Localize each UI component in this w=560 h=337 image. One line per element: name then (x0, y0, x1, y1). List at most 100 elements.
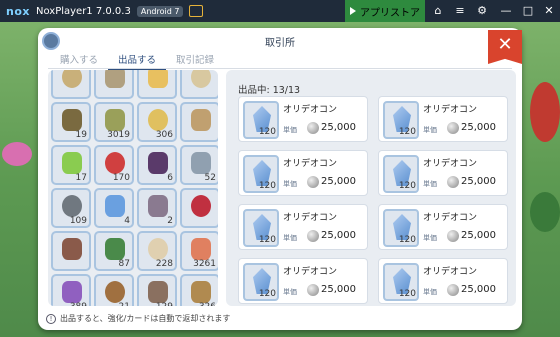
coin-icon (307, 230, 319, 242)
inventory-slot[interactable]: 306 (137, 102, 177, 142)
listing-thumb: 120 (383, 263, 419, 301)
maximize-button[interactable]: □ (520, 3, 536, 19)
tab-divider (48, 68, 512, 69)
item-count: 2 (167, 216, 173, 226)
listing-name: オリデオコン (283, 213, 338, 223)
close-window-button[interactable]: ✕ (541, 3, 557, 19)
listing-name: オリデオコン (283, 267, 338, 277)
listing-thumb: 120 (243, 263, 279, 301)
item-icon (191, 109, 211, 131)
listing-qty: 120 (398, 289, 416, 299)
app-store-button[interactable]: アプリストア (345, 0, 425, 22)
inventory-slot[interactable] (137, 70, 177, 99)
coin-icon (307, 284, 319, 296)
item-icon (191, 152, 211, 174)
app-store-label: アプリストア (360, 7, 420, 19)
item-count: 87 (118, 259, 130, 269)
settings-icon[interactable]: ⚙ (474, 3, 490, 19)
listing-card[interactable]: 120 オリデオコン 単価 25,000 (378, 96, 508, 142)
item-count: 109 (69, 216, 87, 226)
listing-qty: 120 (398, 235, 416, 245)
listing-card[interactable]: 120 オリデオコン 単価 25,000 (378, 204, 508, 250)
item-count: 52 (204, 173, 216, 183)
listing-name: オリデオコン (283, 159, 338, 169)
item-count: 3261 (193, 259, 216, 269)
coin-icon (307, 122, 319, 134)
item-icon (105, 109, 125, 131)
inventory-slot[interactable]: 52 (180, 145, 218, 185)
item-icon (148, 152, 168, 174)
menu-icon[interactable]: ≡ (452, 3, 468, 19)
footer-note: ! 出品すると、強化/カードは自動で返却されます (46, 313, 230, 324)
inventory-slot[interactable]: 2 (137, 188, 177, 228)
listing-thumb: 120 (243, 155, 279, 193)
item-count: 21 (119, 302, 130, 306)
listing-name: オリデオコン (423, 267, 478, 277)
listing-card[interactable]: 120 オリデオコン 単価 25,000 (238, 258, 368, 304)
inventory-slot[interactable] (180, 188, 218, 228)
item-icon (191, 238, 211, 260)
inventory-slot[interactable] (94, 70, 134, 99)
item-count: 3019 (107, 130, 130, 140)
unit-price-label: 単価 (423, 126, 437, 134)
inventory-slot[interactable] (180, 70, 218, 99)
flower-decoration (2, 142, 32, 166)
listing-name: オリデオコン (423, 213, 478, 223)
inventory-slot[interactable]: 3261 (180, 231, 218, 271)
item-count: 4 (124, 216, 130, 226)
listing-card[interactable]: 120 オリデオコン 単価 25,000 (238, 204, 368, 250)
listing-name: オリデオコン (423, 105, 478, 115)
android-version-badge: Android 7 (136, 5, 184, 17)
unit-price-label: 単価 (283, 288, 297, 296)
item-icon (148, 70, 168, 88)
listing-qty: 120 (398, 181, 416, 191)
item-count: 326 (199, 302, 216, 306)
inventory-slot[interactable]: 19 (51, 102, 91, 142)
toolbox-icon[interactable] (189, 5, 204, 17)
inventory-slot[interactable]: 17 (51, 145, 91, 185)
item-icon (105, 238, 125, 260)
inventory-slot[interactable]: 21 (94, 274, 134, 306)
inventory-panel: 19 3019 306 17 170 6 52 109 4 2 87 228 3261 389 21 129 3… (48, 70, 218, 306)
listing-price: 25,000 (461, 284, 496, 295)
inventory-grid: 19 3019 306 17 170 6 52 109 4 2 87 228 3261 389 21 129 3… (48, 70, 218, 306)
unit-price-label: 単価 (283, 126, 297, 134)
inventory-slot[interactable]: 87 (94, 231, 134, 271)
coin-icon (307, 176, 319, 188)
item-icon (191, 195, 211, 217)
inventory-slot[interactable]: 4 (94, 188, 134, 228)
inventory-slot[interactable]: 109 (51, 188, 91, 228)
footer-text: 出品すると、強化/カードは自動で返却されます (60, 314, 231, 323)
listing-price: 25,000 (461, 230, 496, 241)
item-icon (105, 281, 125, 303)
listing-card[interactable]: 120 オリデオコン 単価 25,000 (238, 96, 368, 142)
inventory-slot[interactable] (51, 231, 91, 271)
inventory-slot[interactable]: 228 (137, 231, 177, 271)
inventory-slot[interactable]: 170 (94, 145, 134, 185)
inventory-slot[interactable] (51, 70, 91, 99)
home-icon[interactable]: ⌂ (430, 3, 446, 19)
listing-price: 25,000 (321, 122, 356, 133)
listing-card[interactable]: 120 オリデオコン 単価 25,000 (378, 150, 508, 196)
dialog-title: 取引所 (265, 38, 295, 49)
item-count: 306 (155, 130, 173, 140)
item-count: 19 (75, 130, 87, 140)
coin-icon (447, 284, 459, 296)
close-dialog-button[interactable]: ✕ (488, 30, 522, 64)
inventory-slot[interactable]: 326 (180, 274, 218, 306)
listing-price: 25,000 (321, 176, 356, 187)
inventory-slot[interactable]: 389 (51, 274, 91, 306)
listing-qty: 120 (258, 181, 276, 191)
listing-card[interactable]: 120 オリデオコン 単価 25,000 (238, 150, 368, 196)
inventory-slot[interactable] (180, 102, 218, 142)
inventory-slot[interactable]: 129 (137, 274, 177, 306)
listing-name: オリデオコン (283, 105, 338, 115)
inventory-slot[interactable]: 6 (137, 145, 177, 185)
listing-qty: 120 (258, 235, 276, 245)
unit-price-label: 単価 (423, 234, 437, 242)
minimize-button[interactable]: — (498, 3, 514, 19)
inventory-slot[interactable]: 3019 (94, 102, 134, 142)
unit-price-label: 単価 (283, 180, 297, 188)
item-icon (62, 238, 82, 260)
listing-card[interactable]: 120 オリデオコン 単価 25,000 (378, 258, 508, 304)
